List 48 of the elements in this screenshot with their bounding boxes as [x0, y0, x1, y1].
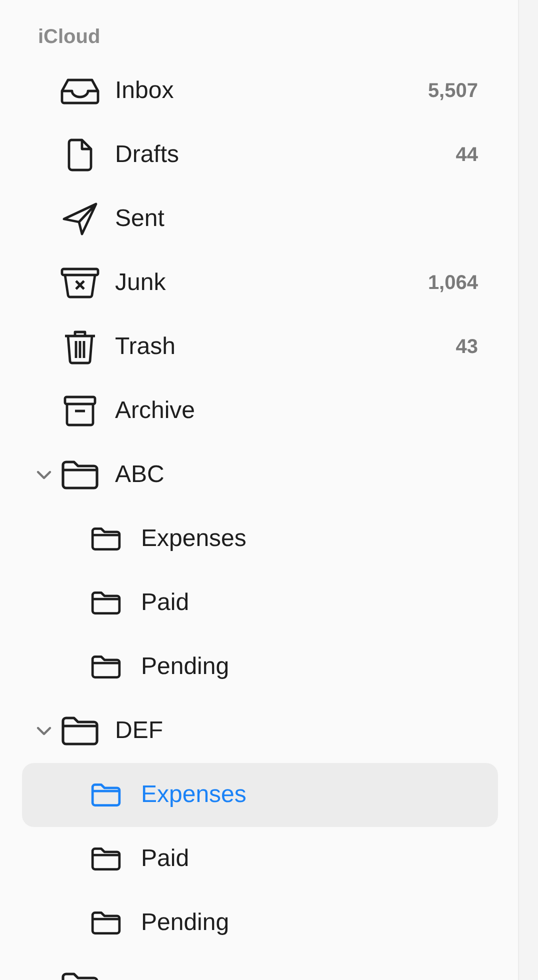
folder-icon — [91, 847, 121, 871]
unread-count: 44 — [456, 144, 478, 166]
mailbox-label: Paid — [141, 589, 190, 617]
mailbox-label: ABC — [115, 461, 166, 489]
mailbox-item[interactable]: Paid — [22, 571, 498, 635]
folder-icon — [91, 783, 121, 807]
mailbox-item[interactable]: Sent — [22, 187, 498, 251]
unread-count: 1,064 — [428, 272, 478, 294]
mailbox-label: Paid — [141, 845, 190, 873]
mailbox-item[interactable]: Junk 1,064 — [22, 251, 498, 315]
mailbox-label: Sent — [115, 205, 166, 233]
mailbox-label: Trash — [115, 333, 176, 361]
document-icon — [67, 138, 93, 172]
mailbox-item[interactable]: Drafts 44 — [22, 123, 498, 187]
mailbox-label: Pending — [141, 653, 230, 681]
section-title: iCloud — [38, 26, 100, 48]
mailbox-item[interactable]: Trash 43 — [22, 315, 498, 379]
mailbox-item[interactable]: Inbox 5,507 — [22, 59, 498, 123]
chevron-icon[interactable] — [36, 726, 52, 736]
folder-icon — [61, 460, 99, 490]
folder-icon — [91, 527, 121, 551]
mailbox-item[interactable]: ABC — [22, 443, 498, 507]
mailbox-label: Drafts — [115, 141, 180, 169]
unread-count: 43 — [456, 336, 478, 358]
junk-bin-icon — [60, 267, 100, 299]
folder-icon — [61, 716, 99, 746]
folder-icon — [91, 655, 121, 679]
mailbox-label: Pending — [141, 909, 230, 937]
mailbox-label: DEF — [115, 717, 164, 745]
mailbox-item[interactable]: Pending — [22, 891, 498, 955]
chevron-icon[interactable] — [36, 470, 52, 480]
folder-icon — [91, 911, 121, 935]
mailbox-label: Junk — [115, 269, 167, 297]
trash-icon — [63, 329, 97, 365]
paper-plane-icon — [62, 202, 98, 236]
archive-box-icon — [63, 395, 97, 427]
mailbox-label: Inbox — [115, 77, 175, 105]
mailbox-label: Expenses — [141, 781, 248, 809]
mailbox-item[interactable]: Expenses — [22, 507, 498, 571]
mailbox-item[interactable]: Archive — [22, 379, 498, 443]
mailbox-item[interactable]: Pending — [22, 635, 498, 699]
unread-count: 5,507 — [428, 80, 478, 102]
mailbox-label: Archive — [115, 397, 196, 425]
mailbox-item[interactable]: DEF — [22, 699, 498, 763]
folder-icon — [91, 591, 121, 615]
mailbox-label: Expenses — [141, 525, 248, 553]
mailbox-item[interactable]: Paid — [22, 827, 498, 891]
inbox-icon — [60, 77, 100, 105]
